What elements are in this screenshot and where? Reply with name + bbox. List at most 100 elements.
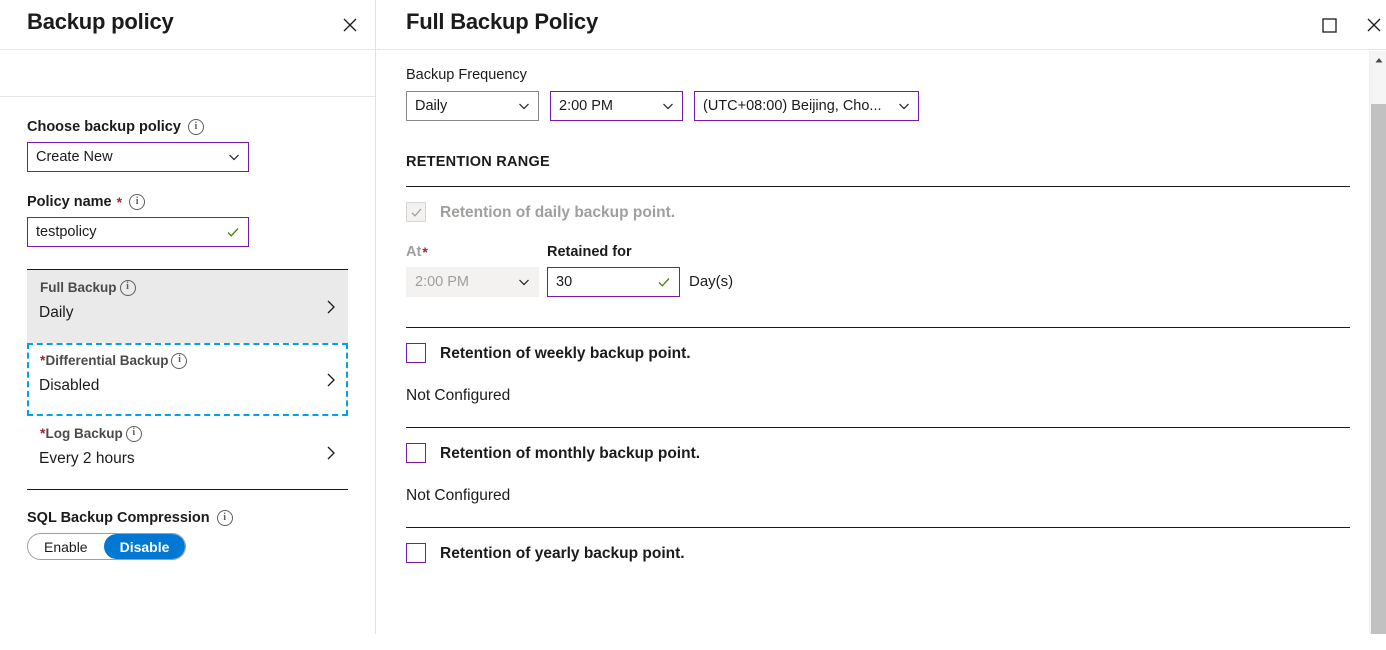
left-blade-body: Choose backup policy i Create New Policy… <box>0 118 375 560</box>
compression-option-disable[interactable]: Disable <box>103 534 186 559</box>
backup-frequency-label: Backup Frequency <box>406 67 527 83</box>
daily-retained-field-group: Retained for 30 <box>547 243 680 297</box>
choose-backup-policy-dropdown[interactable]: Create New <box>27 142 249 172</box>
sql-backup-compression-label: SQL Backup Compression i <box>27 509 348 527</box>
backup-frequency-value: Daily <box>415 98 448 114</box>
page-title: Backup policy <box>27 9 174 34</box>
choose-backup-policy-label: Choose backup policy i <box>27 118 348 136</box>
full-backup-policy-blade: Full Backup Policy Backup Frequency Dail… <box>377 0 1386 634</box>
chevron-down-icon <box>228 151 240 163</box>
policy-name-label: Policy name * i <box>27 193 348 211</box>
chevron-right-icon <box>322 298 340 316</box>
card-differential-backup[interactable]: * Differential Backup i Disabled <box>27 343 348 416</box>
backup-time-dropdown[interactable]: 2:00 PM <box>550 91 683 121</box>
retention-monthly-row: Retention of monthly backup point. <box>406 443 1386 463</box>
chevron-right-icon <box>322 371 340 389</box>
retention-weekly-status: Not Configured <box>406 387 511 404</box>
checkmark-icon <box>226 225 240 239</box>
info-icon[interactable]: i <box>171 352 188 369</box>
card-log-backup-title-text: Log Backup <box>45 426 123 441</box>
required-asterisk: * <box>422 244 428 260</box>
retention-monthly-checkbox[interactable] <box>406 443 426 463</box>
daily-at-dropdown: 2:00 PM <box>406 267 539 297</box>
divider <box>406 427 1350 428</box>
retention-daily-checkbox <box>406 202 426 222</box>
divider <box>406 527 1350 528</box>
sql-backup-compression-block: SQL Backup Compression i Enable Disable <box>27 509 348 560</box>
policy-name-label-text: Policy name <box>27 194 112 210</box>
card-log-backup-value: Every 2 hours <box>39 450 135 467</box>
backup-type-card-list: Full Backup i Daily * Differential Backu… <box>27 269 348 490</box>
left-blade-header: Backup policy <box>0 0 375 50</box>
card-full-backup-title-text: Full Backup <box>40 280 117 295</box>
daily-retained-input[interactable]: 30 <box>547 267 680 297</box>
timezone-value: (UTC+08:00) Beijing, Cho... <box>703 98 882 114</box>
info-icon[interactable]: i <box>125 425 142 442</box>
chevron-right-icon <box>322 444 340 462</box>
retention-monthly-status: Not Configured <box>406 487 511 504</box>
backup-policy-screen: Backup policy Choose backup policy i Cre… <box>0 0 1386 634</box>
retention-range-heading: RETENTION RANGE <box>406 154 550 170</box>
retention-yearly-label: Retention of yearly backup point. <box>440 544 685 562</box>
daily-retained-value: 30 <box>556 274 573 290</box>
sql-backup-compression-label-text: SQL Backup Compression <box>27 510 210 526</box>
card-full-backup[interactable]: Full Backup i Daily <box>27 270 348 343</box>
policy-name-input[interactable]: testpolicy <box>27 217 249 247</box>
choose-backup-policy-value: Create New <box>36 149 113 165</box>
card-differential-backup-title: * Differential Backup i <box>39 352 336 369</box>
backup-frequency-row: Daily 2:00 PM (UTC+08:00) Beijing, Cho..… <box>406 91 1386 121</box>
retention-daily-row: Retention of daily backup point. <box>406 202 1386 222</box>
chevron-down-icon <box>518 276 530 288</box>
daily-retained-unit: Day(s) <box>689 273 734 290</box>
choose-backup-policy-label-text: Choose backup policy <box>27 119 181 135</box>
daily-at-value: 2:00 PM <box>415 274 469 290</box>
divider <box>406 186 1350 187</box>
info-icon[interactable]: i <box>216 510 233 526</box>
right-blade-header: Full Backup Policy <box>377 0 1386 50</box>
vertical-scrollbar[interactable] <box>1369 51 1386 634</box>
backup-policy-blade: Backup policy Choose backup policy i Cre… <box>0 0 376 634</box>
chevron-down-icon <box>898 100 910 112</box>
card-differential-backup-value: Disabled <box>39 377 100 394</box>
compression-option-enable[interactable]: Enable <box>28 534 104 559</box>
retention-weekly-row: Retention of weekly backup point. <box>406 343 1386 363</box>
card-log-backup[interactable]: * Log Backup i Every 2 hours <box>27 416 348 489</box>
timezone-dropdown[interactable]: (UTC+08:00) Beijing, Cho... <box>694 91 919 121</box>
card-full-backup-title: Full Backup i <box>39 279 336 296</box>
retention-daily-label: Retention of daily backup point. <box>440 203 676 221</box>
retention-weekly-checkbox[interactable] <box>406 343 426 363</box>
close-icon[interactable] <box>334 9 366 41</box>
chevron-down-icon <box>662 100 674 112</box>
daily-at-field-group: At * 2:00 PM <box>406 243 539 297</box>
card-differential-backup-title-text: Differential Backup <box>45 353 169 368</box>
retention-daily-fields: At * 2:00 PM Retained for 30 Day(s) <box>406 243 1386 297</box>
retention-yearly-row: Retention of yearly backup point. <box>406 543 1386 563</box>
card-list-divider <box>27 489 348 490</box>
divider <box>406 327 1350 328</box>
left-blade-toolbar <box>0 50 375 97</box>
close-icon[interactable] <box>1358 9 1386 41</box>
maximize-icon[interactable] <box>1313 9 1345 41</box>
card-log-backup-title: * Log Backup i <box>39 425 336 442</box>
policy-name-value: testpolicy <box>36 224 97 240</box>
info-icon[interactable]: i <box>187 119 204 135</box>
scrollbar-thumb[interactable] <box>1371 104 1386 634</box>
info-icon[interactable]: i <box>129 194 146 210</box>
card-full-backup-value: Daily <box>39 304 74 321</box>
daily-retained-label: Retained for <box>547 244 632 260</box>
backup-frequency-dropdown[interactable]: Daily <box>406 91 539 121</box>
blade-title: Full Backup Policy <box>406 9 599 34</box>
daily-at-label-text: At <box>406 244 422 260</box>
retention-yearly-checkbox[interactable] <box>406 543 426 563</box>
backup-time-value: 2:00 PM <box>559 98 613 114</box>
checkmark-icon <box>657 275 671 289</box>
retention-weekly-label: Retention of weekly backup point. <box>440 344 691 362</box>
required-asterisk: * <box>116 194 123 210</box>
sql-backup-compression-toggle[interactable]: Enable Disable <box>27 533 187 560</box>
chevron-down-icon <box>518 100 530 112</box>
retention-monthly-label: Retention of monthly backup point. <box>440 444 701 462</box>
right-blade-body: Backup Frequency Daily 2:00 PM (UTC+08:0… <box>377 66 1386 650</box>
daily-at-label: At * <box>406 243 539 261</box>
scroll-up-arrow-icon[interactable] <box>1370 51 1386 68</box>
info-icon[interactable]: i <box>119 279 136 296</box>
